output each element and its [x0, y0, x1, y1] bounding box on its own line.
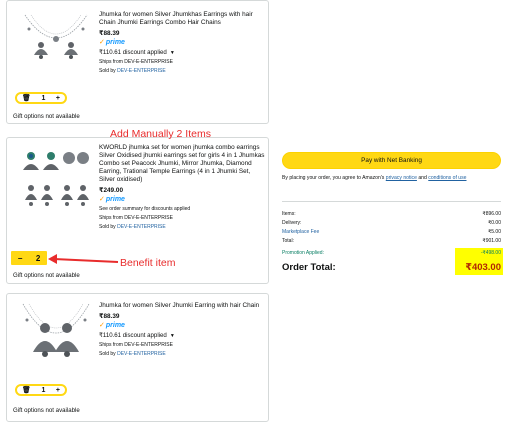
cart-item-card: Jhumka for women Silver Jhumkhas Earring…: [6, 0, 269, 124]
discount-dropdown[interactable]: ₹110.61 discount applied ▼: [99, 332, 267, 339]
ships-from-value: DEV-E-ENTERPRISE: [124, 215, 173, 222]
summary-total-row: Total: ₹901.00: [282, 238, 501, 244]
terms-and: and: [418, 175, 427, 181]
prime-check-icon: ✓: [99, 38, 105, 46]
discount-text: ₹110.61 discount applied: [99, 49, 167, 57]
plus-icon[interactable]: +: [56, 387, 60, 394]
product-price: ₹249.00: [99, 187, 123, 195]
quantity-value: 1: [41, 386, 46, 394]
annotation-add-manually: Add Manually 2 Items: [110, 128, 211, 140]
items-label: Items:: [282, 211, 296, 217]
sold-by-label: Sold by: [99, 351, 116, 358]
sold-by-label: Sold by: [99, 224, 116, 231]
promotion-value: -₹498.00: [480, 250, 501, 256]
product-title[interactable]: KWORLD jhumka set for women jhumka combo…: [99, 144, 267, 184]
product-price: ₹88.39: [99, 30, 120, 38]
prime-check-icon: ✓: [99, 195, 105, 203]
plus-icon[interactable]: +: [56, 95, 60, 102]
annotation-arrow: [48, 254, 119, 264]
chevron-down-icon: ▼: [169, 49, 175, 56]
product-image[interactable]: [17, 146, 95, 216]
seller-link[interactable]: DEV-E-ENTERPRISE: [117, 224, 166, 230]
gift-options: Gift options not available: [13, 272, 80, 279]
summary-fee-row: Marketplace Fee ₹5.00: [282, 229, 501, 235]
ships-from-value: DEV-E-ENTERPRISE: [124, 342, 173, 349]
sold-by: Sold by DEV-E-ENTERPRISE: [99, 351, 267, 357]
ships-from: Ships from DEV-E-ENTERPRISE: [99, 59, 267, 65]
order-total-row: Order Total: ₹403.00: [282, 262, 501, 273]
ships-from-label: Ships from: [99, 215, 123, 222]
prime-badge: ✓ prime: [99, 321, 267, 329]
product-price: ₹88.39: [99, 313, 120, 321]
total-label: Total:: [282, 238, 294, 244]
delivery-value: ₹0.00: [488, 220, 501, 226]
total-value: ₹901.00: [482, 238, 501, 244]
product-title[interactable]: Jhumka for women Silver Jhumki Earring w…: [99, 302, 267, 310]
terms-prefix: By placing your order, you agree to Amaz…: [282, 175, 385, 181]
annotation-benefit-item: Benefit item: [120, 257, 176, 269]
quantity-stepper[interactable]: − 2: [11, 251, 47, 265]
discount-dropdown[interactable]: ₹110.61 discount applied ▼: [99, 49, 267, 56]
prime-badge: ✓ prime: [99, 38, 267, 46]
quantity-stepper[interactable]: 🗑 1 +: [15, 92, 67, 104]
fee-value: ₹5.00: [488, 229, 501, 235]
quantity-value: 1: [41, 94, 46, 102]
order-total-value: ₹403.00: [465, 262, 501, 273]
trash-icon[interactable]: 🗑: [22, 386, 31, 394]
delivery-label: Delivery:: [282, 220, 302, 226]
prime-label: prime: [105, 321, 125, 329]
prime-badge: ✓ prime: [99, 195, 267, 203]
seller-link[interactable]: DEV-E-ENTERPRISE: [117, 68, 166, 74]
items-value: ₹896.00: [482, 211, 501, 217]
summary-delivery-row: Delivery: ₹0.00: [282, 220, 501, 226]
ships-from: Ships from DEV-E-ENTERPRISE: [99, 215, 267, 221]
seller-link[interactable]: DEV-E-ENTERPRISE: [117, 351, 166, 357]
summary-promo-row: Promotion Applied: -₹498.00: [282, 250, 501, 256]
conditions-of-use-link[interactable]: conditions of use: [428, 175, 466, 181]
order-total-label: Order Total:: [282, 262, 336, 273]
gift-options: Gift options not available: [13, 407, 80, 414]
trash-icon[interactable]: 🗑: [22, 94, 31, 102]
divider: [282, 201, 501, 202]
prime-label: prime: [105, 38, 125, 46]
sold-by: Sold by DEV-E-ENTERPRISE: [99, 224, 267, 230]
discount-text: ₹110.61 discount applied: [99, 332, 167, 340]
gift-options: Gift options not available: [13, 113, 80, 120]
ships-from-value: DEV-E-ENTERPRISE: [124, 59, 173, 66]
prime-check-icon: ✓: [99, 321, 105, 329]
minus-icon[interactable]: −: [18, 254, 23, 263]
privacy-notice-link[interactable]: privacy notice: [386, 175, 417, 181]
product-title[interactable]: Jhumka for women Silver Jhumkhas Earring…: [99, 11, 267, 27]
prime-label: prime: [105, 195, 125, 203]
ships-from-label: Ships from: [99, 342, 123, 349]
product-image[interactable]: [17, 9, 95, 73]
quantity-stepper[interactable]: 🗑 1 +: [15, 384, 67, 396]
cart-item-card: Jhumka for women Silver Jhumki Earring w…: [6, 293, 269, 422]
sold-by: Sold by DEV-E-ENTERPRISE: [99, 68, 267, 74]
ships-from: Ships from DEV-E-ENTERPRISE: [99, 342, 267, 348]
sold-by-label: Sold by: [99, 68, 116, 75]
order-summary-note: See order summary for discounts applied: [99, 206, 191, 213]
ships-from-label: Ships from: [99, 59, 123, 66]
promotion-label: Promotion Applied:: [282, 250, 324, 256]
chevron-down-icon: ▼: [169, 332, 175, 339]
product-image[interactable]: [17, 300, 95, 370]
terms-text: By placing your order, you agree to Amaz…: [282, 175, 501, 182]
pay-with-net-banking-button[interactable]: Pay with Net Banking: [282, 152, 501, 169]
marketplace-fee-link[interactable]: Marketplace Fee: [282, 229, 319, 235]
summary-items-row: Items: ₹896.00: [282, 211, 501, 217]
quantity-value: 2: [35, 253, 41, 263]
